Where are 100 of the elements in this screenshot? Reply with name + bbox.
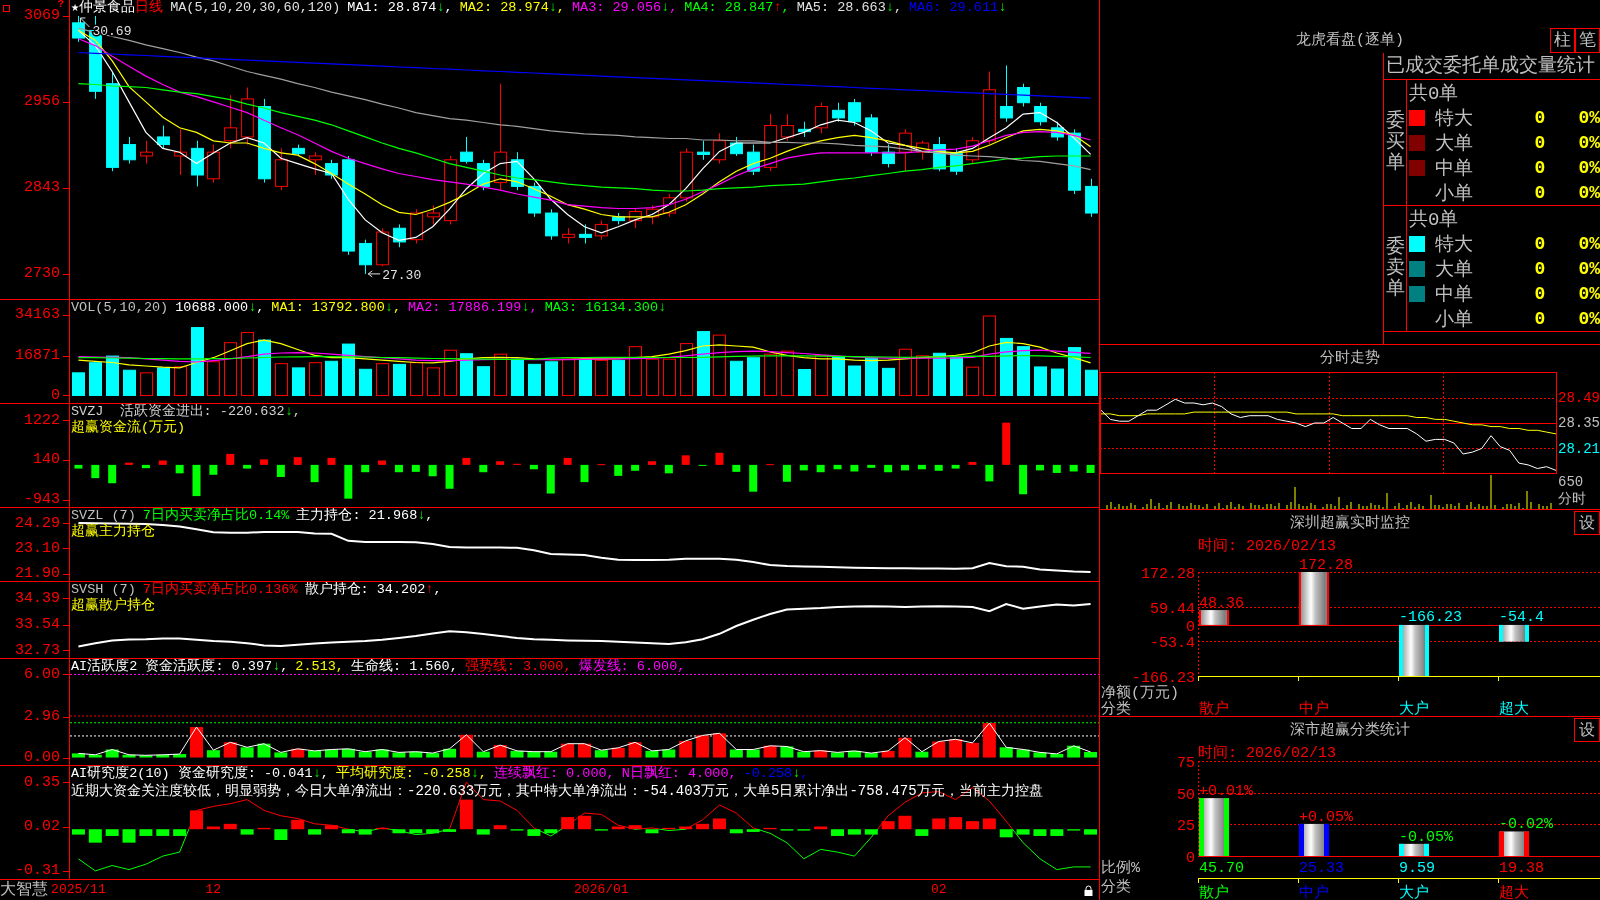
- axis-tick-label: 2956: [24, 94, 60, 110]
- value-label: 45.70: [1199, 860, 1244, 877]
- legend-text: 散户持仓: 34.202: [304, 582, 426, 597]
- order-share: 0%: [1577, 108, 1600, 128]
- legend-text: 平均研究度: -0.258: [335, 766, 471, 781]
- date-label: 2026/01: [574, 881, 629, 899]
- order-count: 0: [1533, 108, 1547, 128]
- axis-title: 比例%: [1101, 860, 1140, 877]
- order-count: 0: [1533, 234, 1547, 254]
- axis-tick-label: 59.44: [1150, 600, 1195, 618]
- order-total: 共0单: [1409, 208, 1460, 232]
- axis-tick-label: 0.00: [24, 750, 60, 765]
- order-count: 0: [1533, 133, 1547, 153]
- axis-tick-label: 0: [1186, 849, 1195, 867]
- axis-tick-label: 34.39: [15, 590, 60, 606]
- order-size-label: 特大: [1435, 233, 1474, 257]
- axis-title: 分类: [1101, 701, 1131, 716]
- trend-arrow: ↓: [658, 300, 667, 315]
- category-label: 散户: [1199, 701, 1229, 716]
- indicator-title: 超赢散户持仓: [71, 598, 155, 614]
- trend-arrow: ↓,: [312, 766, 329, 781]
- indicator-title: 超赢资金流(万元): [71, 420, 186, 436]
- trend-arrow: ↓,: [470, 766, 487, 781]
- timestamp: 时间: 2026/02/13: [1198, 538, 1337, 555]
- axis-tick-label: 28.21: [1558, 439, 1600, 458]
- order-share: 0%: [1577, 158, 1600, 178]
- axis-tick-label: 0.35: [24, 774, 60, 790]
- axis-tick-label: 33.54: [15, 617, 60, 633]
- axis-tick-label: 16871: [15, 348, 60, 364]
- price-annotation: 27.30: [382, 267, 422, 283]
- value-label: 48.36: [1199, 595, 1244, 613]
- category-label: 散户: [1199, 885, 1229, 900]
- volume-scale-label: 650: [1557, 474, 1585, 491]
- axis-tick-label: 25: [1177, 817, 1195, 835]
- order-count: 0: [1533, 158, 1547, 178]
- order-share: 0%: [1577, 309, 1600, 329]
- trend-arrow: ↓: [998, 0, 1007, 15]
- axis-tick-label: 0: [1186, 618, 1195, 636]
- order-size-label: 小单: [1435, 182, 1474, 206]
- axis-tick-label: 2843: [24, 180, 60, 196]
- order-size-label: 大单: [1435, 132, 1474, 156]
- order-share: 0%: [1577, 284, 1600, 304]
- legend-text: 爆发线: 6.000,: [578, 659, 686, 674]
- legend-text: N日飘红: 4.000,: [621, 766, 737, 781]
- axis-tick-label: 28.35: [1558, 414, 1600, 432]
- axis-tick-label: 21.90: [15, 566, 60, 582]
- help-mark: ?: [57, 0, 64, 9]
- order-size-label: 中单: [1435, 157, 1474, 181]
- value-label: 25.33: [1299, 860, 1344, 877]
- order-count: 0: [1533, 284, 1547, 304]
- trend-arrow: ↑,: [773, 0, 790, 15]
- period-label: 日线: [135, 0, 164, 15]
- legend-text: MA3: 16134.300: [544, 300, 659, 315]
- order-count: 0: [1533, 183, 1547, 203]
- stock-name: ★仲景食品: [71, 0, 136, 15]
- axis-tick-label: 2.96: [24, 709, 60, 725]
- legend-text: MA4: 28.847: [684, 0, 774, 15]
- indicator-title: 超赢主力持仓: [71, 524, 155, 540]
- timestamp: 时间: 2026/02/13: [1198, 745, 1337, 762]
- period-label: 分时: [1557, 491, 1587, 508]
- legend-text: 10688.000: [175, 300, 249, 315]
- date-label: 12: [205, 881, 222, 899]
- trend-arrow: ↓,: [284, 404, 301, 419]
- axis-tick-label: 3069: [24, 8, 60, 24]
- trend-arrow: ↓,: [548, 0, 565, 15]
- legend-text: SVZJ 活跃资金进出: -220.632: [71, 404, 285, 419]
- legend-text: MA6: 29.611: [909, 0, 999, 15]
- order-size-label: 大单: [1435, 258, 1474, 282]
- order-count: 0: [1533, 259, 1547, 279]
- value-label: -166.23: [1399, 608, 1462, 626]
- change-label: +0.05%: [1299, 808, 1353, 826]
- order-share: 0%: [1577, 259, 1600, 279]
- panel-title: 分时走势: [1320, 348, 1380, 369]
- category-label: 大户: [1399, 701, 1429, 716]
- legend-text: MA5: 28.663: [796, 0, 886, 15]
- axis-tick-label: 75: [1177, 754, 1195, 772]
- table-title: 已成交委托单成交量统计: [1384, 53, 1600, 80]
- order-size-label: 特大: [1435, 107, 1474, 131]
- legend-text: MA1: 28.874: [347, 0, 437, 15]
- legend-text: MA(5,10,20,30,60,120): [170, 0, 341, 15]
- axis-tick-label: 28.49: [1558, 388, 1600, 407]
- change-label: -0.02%: [1499, 816, 1553, 834]
- axis-tick-label: 34163: [15, 307, 60, 323]
- order-size-label: 小单: [1435, 308, 1474, 332]
- legend-text: 连续飘红: 0.000,: [493, 766, 615, 781]
- value-label: 9.59: [1399, 860, 1435, 877]
- axis-tick-label: -53.4: [1150, 634, 1195, 652]
- legend-text: SVSH (7): [71, 582, 136, 597]
- legend-text: MA1: 13792.800: [271, 300, 385, 315]
- category-label: 大户: [1399, 885, 1429, 900]
- trend-arrow: ↓,: [417, 508, 434, 523]
- legend-text: 生命线: 1.560,: [350, 659, 458, 674]
- axis-tick-label: 2730: [24, 266, 60, 282]
- axis-tick-label: 1222: [24, 412, 60, 428]
- panel-title: 深市超赢分类统计: [1290, 720, 1410, 741]
- legend-text: MA2: 17886.199: [408, 300, 522, 315]
- category-label: 超大: [1499, 885, 1529, 900]
- axis-tick-label: 23.10: [15, 540, 60, 556]
- category-label: 超大: [1499, 701, 1529, 716]
- trend-arrow: ↓,: [436, 0, 453, 15]
